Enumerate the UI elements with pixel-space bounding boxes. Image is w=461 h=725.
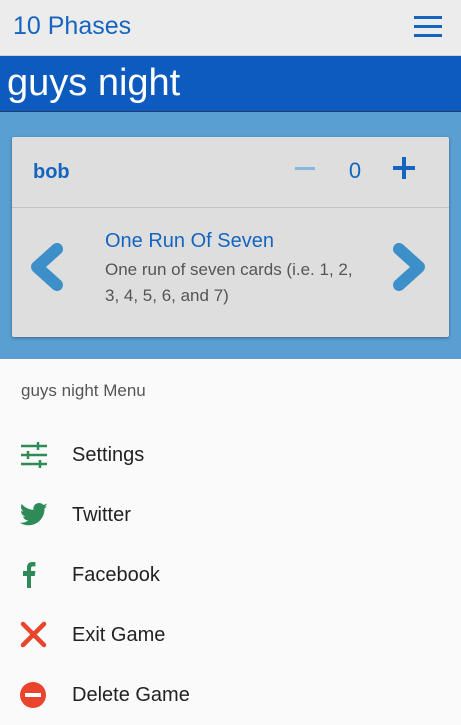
menu-item-label: Twitter (72, 504, 131, 526)
player-score: 0 (348, 158, 362, 183)
menu-item-facebook[interactable]: Facebook (0, 545, 461, 605)
menu-item-label: Exit Game (72, 624, 166, 646)
menu-item-label: Settings (72, 444, 145, 466)
twitter-icon (19, 500, 49, 530)
menu-title: guys night Menu (21, 381, 146, 400)
game-menu-sheet: guys night Menu Settings Twitter Faceboo (0, 359, 461, 725)
phase-name: One Run Of Seven (105, 230, 274, 252)
menu-item-twitter[interactable]: Twitter (0, 485, 461, 545)
close-x-icon (19, 620, 49, 650)
game-title-banner: guys night (0, 56, 461, 112)
next-phase-arrow-icon[interactable] (389, 243, 429, 291)
player-name[interactable]: bob (33, 161, 70, 184)
previous-phase-arrow-icon[interactable] (27, 243, 67, 291)
menu-item-label: Facebook (72, 564, 160, 586)
player-score-row: bob 0 (12, 137, 449, 208)
minus-circle-icon (19, 680, 49, 710)
app-bar: 10 Phases (0, 0, 461, 56)
player-card: bob 0 One Run Of Seven One run of seven … (12, 137, 449, 337)
menu-item-exit-game[interactable]: Exit Game (0, 605, 461, 665)
game-title: guys night (7, 62, 181, 104)
menu-item-settings[interactable]: Settings (0, 425, 461, 485)
hamburger-menu-icon[interactable] (414, 16, 442, 38)
decrease-score-button[interactable] (295, 167, 315, 170)
menu-item-delete-game[interactable]: Delete Game (0, 665, 461, 725)
menu-item-label: Delete Game (72, 684, 190, 706)
app-title: 10 Phases (13, 12, 132, 40)
phase-description: One run of seven cards (i.e. 1, 2, 3, 4,… (105, 260, 353, 305)
settings-sliders-icon (19, 440, 49, 470)
facebook-icon (19, 560, 49, 590)
increase-score-button[interactable] (393, 157, 415, 179)
